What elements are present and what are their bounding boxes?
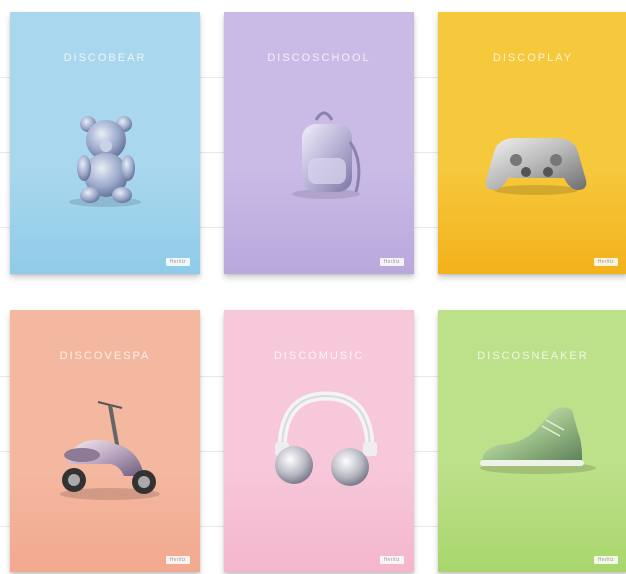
notebook-card-discosneaker[interactable]: DISCOSNEAKER Herlitz: [438, 310, 626, 572]
notebook-card-discoplay[interactable]: DISCOPLAY Herlitz: [438, 12, 626, 274]
brand-label: Herlitz: [593, 258, 618, 266]
brand-label: Herlitz: [379, 258, 404, 266]
headphones-icon: [275, 391, 377, 486]
notebook-card-discovespa[interactable]: DISCOVESPA Herlitz: [10, 310, 200, 572]
notebook-card-discobear[interactable]: DISCOBEAR Herlitz: [10, 12, 200, 274]
brand-label: Herlitz: [379, 556, 404, 564]
gamepad-icon: [485, 138, 587, 195]
brand-label: Herlitz: [165, 556, 190, 564]
notebook-card-discoschool[interactable]: DISCOSCHOOL Herlitz: [224, 12, 414, 274]
bear-icon: [69, 116, 141, 207]
brand-label: Herlitz: [593, 556, 618, 564]
scooter-icon: [60, 401, 160, 500]
notebook-card-discomusic[interactable]: DISCOMUSIC Herlitz: [224, 310, 414, 572]
brand-label: Herlitz: [165, 258, 190, 266]
sneaker-icon: [480, 407, 596, 474]
backpack-icon: [292, 111, 361, 199]
